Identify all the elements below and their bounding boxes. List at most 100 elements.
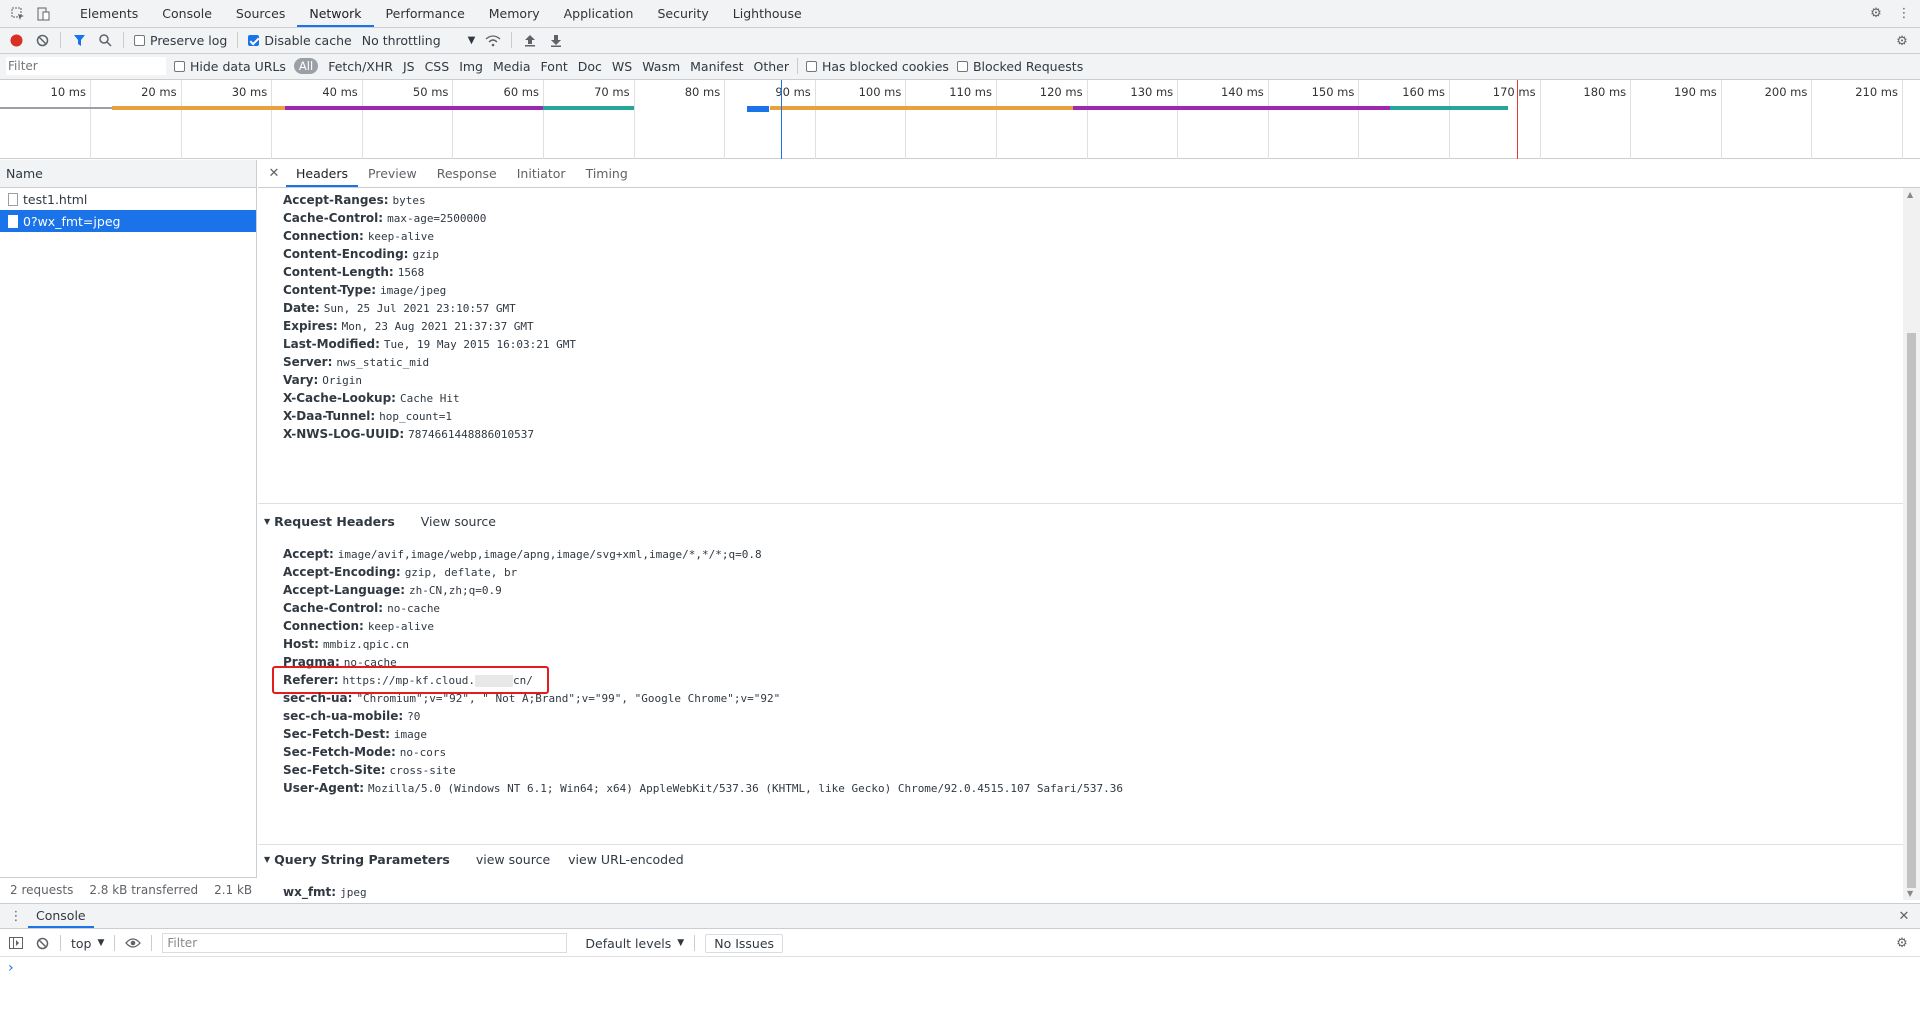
- live-expression-eye-icon[interactable]: [125, 935, 142, 951]
- filter-icon[interactable]: [71, 32, 87, 48]
- tab-elements[interactable]: Elements: [68, 0, 150, 27]
- record-icon[interactable]: [8, 32, 24, 48]
- type-filter-ws[interactable]: WS: [612, 59, 632, 74]
- type-filter-js[interactable]: JS: [403, 59, 415, 74]
- query-string-section[interactable]: ▼ Query String Parameters view source view …: [264, 849, 684, 871]
- issues-button[interactable]: No Issues: [705, 933, 784, 953]
- name-column-header[interactable]: Name: [0, 160, 256, 188]
- detail-tab-timing[interactable]: Timing: [576, 160, 638, 187]
- header-row: Accept-Language: zh-CN,zh;q=0.9: [283, 581, 502, 599]
- clear-console-icon[interactable]: [34, 935, 50, 951]
- header-name: Vary:: [283, 373, 319, 387]
- settings-gear-icon[interactable]: ⚙: [1868, 5, 1884, 21]
- tab-memory[interactable]: Memory: [477, 0, 552, 27]
- timeline-gridline: [1358, 80, 1360, 159]
- timeline-tick-label: 30 ms: [231, 85, 268, 99]
- tab-console[interactable]: Console: [150, 0, 224, 27]
- type-filter-other[interactable]: Other: [754, 59, 790, 74]
- type-filter-all[interactable]: All: [293, 58, 319, 74]
- type-filter-doc[interactable]: Doc: [578, 59, 602, 74]
- timeline-tick-label: 40 ms: [322, 85, 358, 99]
- blocked-requests-checkbox[interactable]: Blocked Requests: [956, 59, 1083, 74]
- device-toolbar-icon[interactable]: [36, 6, 52, 22]
- header-row: Content-Type: image/jpeg: [283, 281, 446, 299]
- clear-icon[interactable]: [34, 32, 50, 48]
- type-filter-img[interactable]: Img: [459, 59, 483, 74]
- console-settings-gear-icon[interactable]: ⚙: [1894, 935, 1910, 951]
- throttling-select[interactable]: No throttling ▼: [362, 33, 476, 48]
- tab-lighthouse[interactable]: Lighthouse: [721, 0, 814, 27]
- type-filter-manifest[interactable]: Manifest: [690, 59, 743, 74]
- header-value: Sun, 25 Jul 2021 23:10:57 GMT: [323, 302, 516, 315]
- type-filter-fetchxhr[interactable]: Fetch/XHR: [328, 59, 393, 74]
- console-sidebar-icon[interactable]: [8, 935, 24, 951]
- network-timeline-overview[interactable]: 10 ms 20 ms 30 ms 40 ms 50 ms 60 ms 70 ms 80 ms…: [0, 80, 1920, 159]
- view-source-link[interactable]: view source: [476, 849, 550, 871]
- header-value: no-cache: [387, 602, 441, 615]
- timeline-tick-label: 10 ms: [50, 85, 86, 99]
- type-filter-css[interactable]: CSS: [425, 59, 450, 74]
- view-source-link[interactable]: View source: [421, 511, 496, 533]
- tab-network[interactable]: Network: [297, 0, 374, 27]
- timeline-tick-label: 200 ms: [1764, 85, 1808, 99]
- timeline-tick-label: 80 ms: [684, 85, 721, 99]
- header-name: Connection:: [283, 229, 364, 243]
- type-filter-media[interactable]: Media: [493, 59, 531, 74]
- import-har-icon[interactable]: [522, 32, 538, 48]
- hide-data-urls-checkbox[interactable]: Hide data URLs: [174, 59, 286, 74]
- headers-scrollbar[interactable]: ▲ ▼: [1903, 188, 1920, 900]
- header-value: nws_static_mid: [336, 356, 430, 369]
- console-prompt[interactable]: ›: [8, 960, 14, 976]
- detail-tab-initiator[interactable]: Initiator: [507, 160, 576, 187]
- tab-performance[interactable]: Performance: [374, 0, 477, 27]
- detail-tab-response[interactable]: Response: [427, 160, 507, 187]
- tab-sources[interactable]: Sources: [224, 0, 297, 27]
- disable-cache-checkbox[interactable]: Disable cache: [248, 33, 352, 48]
- context-select[interactable]: top ▼: [71, 936, 104, 951]
- header-value: keep-alive: [367, 230, 435, 243]
- preserve-log-checkbox[interactable]: Preserve log: [134, 33, 227, 48]
- header-name: Accept-Encoding:: [283, 565, 401, 579]
- export-har-icon[interactable]: [548, 32, 564, 48]
- header-row: X-Cache-Lookup: Cache Hit: [283, 389, 460, 407]
- drawer-tab-console[interactable]: Console: [28, 904, 94, 928]
- header-value: ?0: [407, 710, 421, 723]
- view-url-encoded-link[interactable]: view URL-encoded: [568, 849, 684, 871]
- log-levels-select[interactable]: Default levels ▼: [585, 936, 684, 951]
- request-row[interactable]: test1.html: [0, 188, 256, 210]
- header-row: Connection: keep-alive: [283, 617, 434, 635]
- header-name: Content-Type:: [283, 283, 377, 297]
- drawer-menu-icon[interactable]: ⋮: [8, 908, 24, 924]
- has-blocked-cookies-checkbox[interactable]: Has blocked cookies: [806, 59, 949, 74]
- search-icon[interactable]: [97, 32, 113, 48]
- network-conditions-icon[interactable]: [485, 32, 501, 48]
- tab-security[interactable]: Security: [645, 0, 720, 27]
- request-headers-section[interactable]: ▼ Request Headers View source: [264, 511, 496, 533]
- timeline-tick-label: 70 ms: [594, 85, 630, 99]
- console-filter-input[interactable]: Filter: [162, 933, 568, 953]
- query-string-title: Query String Parameters: [274, 852, 450, 867]
- timeline-tick-label: 190 ms: [1673, 85, 1717, 99]
- network-filter-input[interactable]: [6, 57, 166, 75]
- header-row: Sec-Fetch-Mode: no-cors: [283, 743, 446, 761]
- timeline-bar-connect-2: [1390, 106, 1508, 110]
- timeline-tick-label: 140 ms: [1220, 85, 1264, 99]
- close-detail-icon[interactable]: ✕: [266, 166, 282, 182]
- transferred-size: 2.8 kB transferred: [89, 883, 199, 897]
- header-row: Connection: keep-alive: [283, 227, 434, 245]
- devtools-tab-bar: Elements Console Sources Network Performance…: [0, 0, 1920, 28]
- tab-application[interactable]: Application: [552, 0, 646, 27]
- resources-size: 2.1 kB reso: [214, 883, 257, 897]
- more-options-icon[interactable]: ⋮: [1896, 5, 1912, 21]
- request-row[interactable]: 0?wx_fmt=jpeg: [0, 210, 256, 232]
- timeline-bar-waiting-2: [769, 106, 1073, 110]
- type-filter-wasm[interactable]: Wasm: [642, 59, 680, 74]
- header-row: Cache-Control: no-cache: [283, 599, 440, 617]
- detail-tab-headers[interactable]: Headers: [286, 160, 359, 187]
- detail-tab-preview[interactable]: Preview: [358, 160, 427, 187]
- header-row: Content-Encoding: gzip: [283, 245, 439, 263]
- type-filter-font[interactable]: Font: [541, 59, 568, 74]
- network-settings-gear-icon[interactable]: ⚙: [1894, 33, 1910, 49]
- close-drawer-icon[interactable]: ✕: [1896, 908, 1912, 924]
- inspect-element-icon[interactable]: [10, 6, 26, 22]
